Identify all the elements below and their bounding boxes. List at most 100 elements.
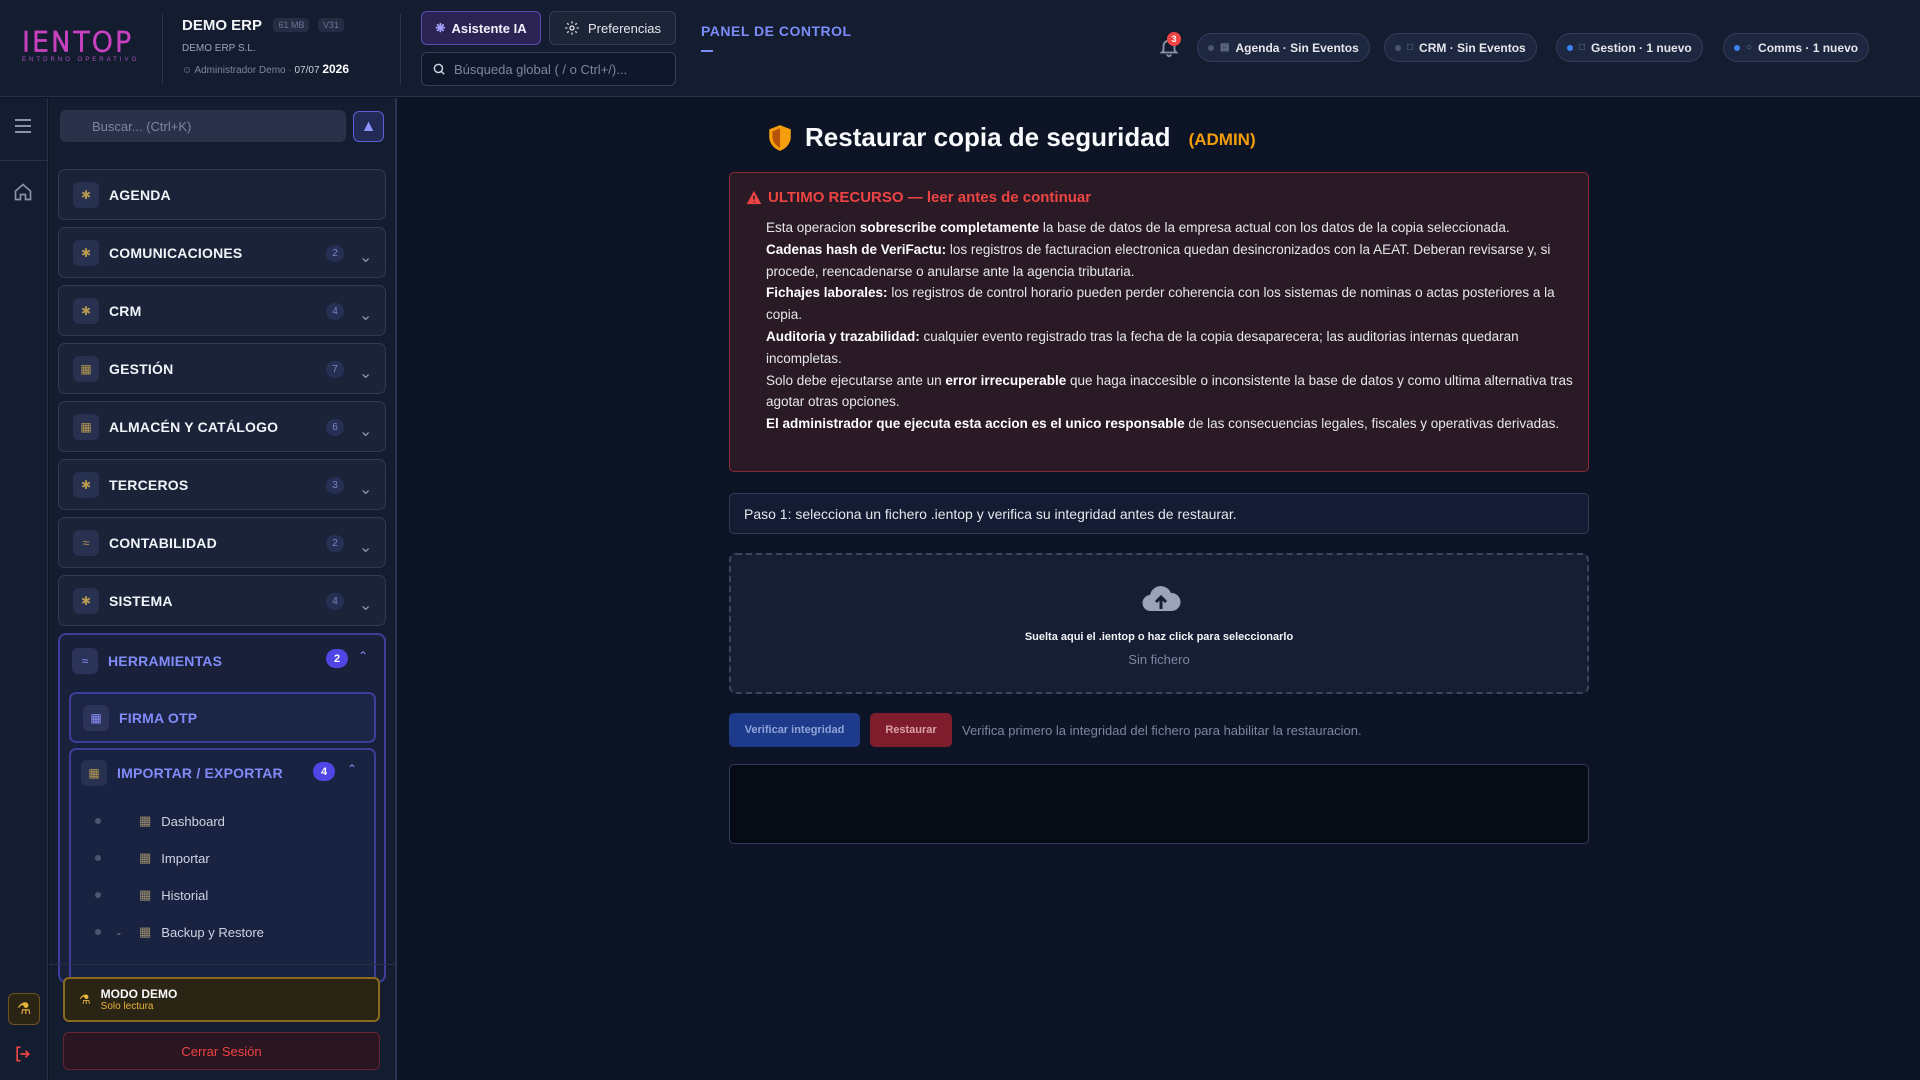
- calendar-icon: ▤: [1220, 42, 1230, 53]
- firma-icon: ▦: [83, 704, 109, 731]
- leaf-label: Backup y Restore: [161, 924, 264, 940]
- status-dot: [1734, 44, 1740, 51]
- leaf-label: Dashboard: [161, 813, 225, 829]
- file-drop-zone[interactable]: Suelta aqui el .ientop o haz click para …: [729, 553, 1589, 694]
- warning-heading-text: ULTIMO RECURSO — leer antes de continuar: [768, 189, 1092, 206]
- warning-panel: ULTIMO RECURSO — leer antes de continuar…: [729, 172, 1589, 472]
- chevron-up-icon[interactable]: ⌃: [347, 762, 357, 776]
- sidebar-leaf-dashboard[interactable]: ▦ Dashboard: [95, 813, 225, 829]
- crm-icon: ✱: [73, 297, 99, 324]
- file-status: Sin fichero: [1128, 652, 1190, 667]
- sidebar-item-gestion[interactable]: ▦ GESTIÓN 7 ⌄: [58, 343, 386, 394]
- sidebar-leaf-backup-restore[interactable]: ⌄ ▦ Backup y Restore: [95, 924, 264, 940]
- sidebar-item-contabilidad[interactable]: ≈ CONTABILIDAD 2 ⌄: [58, 517, 386, 568]
- ai-assistant-label: Asistente IA: [451, 20, 527, 36]
- status-dot: [1208, 44, 1214, 51]
- bullet: [95, 818, 101, 824]
- sidebar-item-label: GESTIÓN: [109, 360, 174, 377]
- count-badge: 4: [326, 303, 344, 320]
- count-badge: 4: [313, 762, 335, 781]
- leaf-label: Historial: [161, 887, 209, 903]
- chevron-down-icon: ⌄: [359, 423, 373, 440]
- chevron-down-icon: ⌄: [359, 481, 373, 498]
- pin-button[interactable]: ▲: [353, 111, 384, 142]
- sidebar-item-label: CONTABILIDAD: [109, 534, 217, 551]
- menu-icon[interactable]: [14, 118, 32, 134]
- sidebar-item-crm[interactable]: ✱ CRM 4 ⌄: [58, 285, 386, 336]
- sidebar-item-firma-otp[interactable]: ▦ FIRMA OTP: [69, 692, 376, 743]
- gestion-pill[interactable]: □ Gestion · 1 nuevo: [1556, 33, 1703, 62]
- verify-integrity-button[interactable]: Verificar integridad: [729, 713, 860, 747]
- agenda-pill[interactable]: ▤ Agenda · Sin Eventos: [1197, 33, 1370, 62]
- agenda-pill-label: Agenda · Sin Eventos: [1235, 40, 1359, 55]
- sidebar-item-herramientas[interactable]: ≈ HERRAMIENTAS: [72, 648, 222, 674]
- comms-pill[interactable]: ○ Comms · 1 nuevo: [1723, 33, 1870, 62]
- divider: [49, 964, 397, 965]
- backup-icon: ▦: [139, 924, 152, 939]
- sistema-icon: ✱: [73, 587, 99, 614]
- sidebar-item-label: ALMACÉN Y CATÁLOGO: [109, 418, 279, 435]
- cloud-upload-icon: [1142, 586, 1181, 612]
- sidebar-item-agenda[interactable]: ✱ AGENDA: [58, 169, 386, 220]
- sidebar-item-label: SISTEMA: [109, 592, 173, 609]
- doc-icon: □: [1579, 42, 1586, 53]
- demo-mode-banner: ⚗ MODO DEMO Solo lectura: [63, 977, 380, 1022]
- search-icon: [433, 63, 445, 75]
- sidebar-item-almacen[interactable]: ▦ ALMACÉN Y CATÁLOGO 6 ⌄: [58, 401, 386, 452]
- chevron-up-icon[interactable]: ⌃: [358, 649, 368, 663]
- crm-pill[interactable]: □ CRM · Sin Eventos: [1384, 33, 1537, 62]
- warning-line: Fichajes laborales: los registros de con…: [766, 285, 1555, 323]
- logout-button[interactable]: Cerrar Sesión: [63, 1032, 380, 1070]
- version-tag: V31: [317, 18, 344, 32]
- terceros-icon: ✱: [73, 471, 99, 498]
- size-tag: 61 MB: [273, 18, 310, 32]
- bullet: [95, 855, 101, 861]
- demo-title: MODO DEMO: [100, 987, 178, 1001]
- bullet: [95, 892, 101, 898]
- logout-icon[interactable]: [13, 1044, 33, 1064]
- count-badge: 2: [326, 649, 348, 668]
- user-icon: ☺: [182, 65, 193, 76]
- panel-control-link[interactable]: PANEL DE CONTROL: [701, 23, 852, 39]
- beaker-icon[interactable]: ⚗: [8, 993, 40, 1025]
- alert-triangle-icon: [746, 190, 762, 205]
- logo[interactable]: IENTOP ENTORNO OPERATIVO: [21, 28, 142, 64]
- global-search[interactable]: [421, 52, 676, 86]
- sidebar-item-comunicaciones[interactable]: ✱ COMUNICACIONES 2 ⌄: [58, 227, 386, 278]
- sidebar-item-label: CRM: [109, 302, 142, 319]
- session-date: 07/07: [294, 65, 320, 76]
- divider: [0, 160, 48, 161]
- sidebar-group-importar-exportar: ▦ IMPORTAR / EXPORTAR 4 ⌃ ▦ Dashboard ▦ …: [69, 748, 376, 981]
- sidebar-item-importar-exportar[interactable]: ▦ IMPORTAR / EXPORTAR: [81, 760, 283, 786]
- sidebar-leaf-importar[interactable]: ▦ Importar: [95, 850, 210, 866]
- step-instructions: Paso 1: selecciona un fichero .ientop y …: [729, 493, 1589, 534]
- bullet: [95, 929, 101, 935]
- panel-underline: [701, 50, 713, 52]
- company-legal-name: DEMO ERP S.L.: [182, 43, 256, 54]
- sidebar-leaf-historial[interactable]: ▦ Historial: [95, 887, 208, 903]
- contabilidad-icon: ≈: [73, 529, 99, 556]
- count-badge: 3: [326, 477, 344, 494]
- home-icon[interactable]: [13, 182, 33, 202]
- warning-list: Esta operacion sobrescribe completamente…: [766, 217, 1576, 435]
- sidebar-search-input[interactable]: [92, 118, 332, 134]
- chevron-down-icon: ⌄: [359, 307, 373, 324]
- sidebar-item-label: HERRAMIENTAS: [108, 653, 223, 669]
- top-bar: IENTOP ENTORNO OPERATIVO DEMO ERP 61 MB …: [0, 0, 1920, 97]
- user-name: Administrador Demo: [194, 65, 286, 76]
- session-year: 2026: [322, 62, 350, 76]
- warning-heading: ULTIMO RECURSO — leer antes de continuar: [746, 189, 1091, 206]
- page-title-text: Restaurar copia de seguridad: [805, 122, 1171, 152]
- ai-assistant-button[interactable]: ❋ Asistente IA: [421, 11, 541, 45]
- preferences-button[interactable]: Preferencias: [549, 11, 676, 45]
- chevron-down-icon: ⌄: [115, 926, 123, 937]
- sidebar-item-sistema[interactable]: ✱ SISTEMA 4 ⌄: [58, 575, 386, 626]
- restore-button[interactable]: Restaurar: [870, 713, 952, 747]
- restore-hint: Verifica primero la integridad del fiche…: [962, 723, 1362, 738]
- global-search-input[interactable]: [454, 61, 664, 77]
- sidebar-item-label: AGENDA: [109, 186, 171, 203]
- sidebar-search[interactable]: [60, 110, 346, 142]
- sidebar-item-terceros[interactable]: ✱ TERCEROS 3 ⌄: [58, 459, 386, 510]
- gestion-pill-label: Gestion · 1 nuevo: [1591, 40, 1692, 55]
- main-content: Restaurar copia de seguridad (ADMIN) ULT…: [399, 98, 1920, 1080]
